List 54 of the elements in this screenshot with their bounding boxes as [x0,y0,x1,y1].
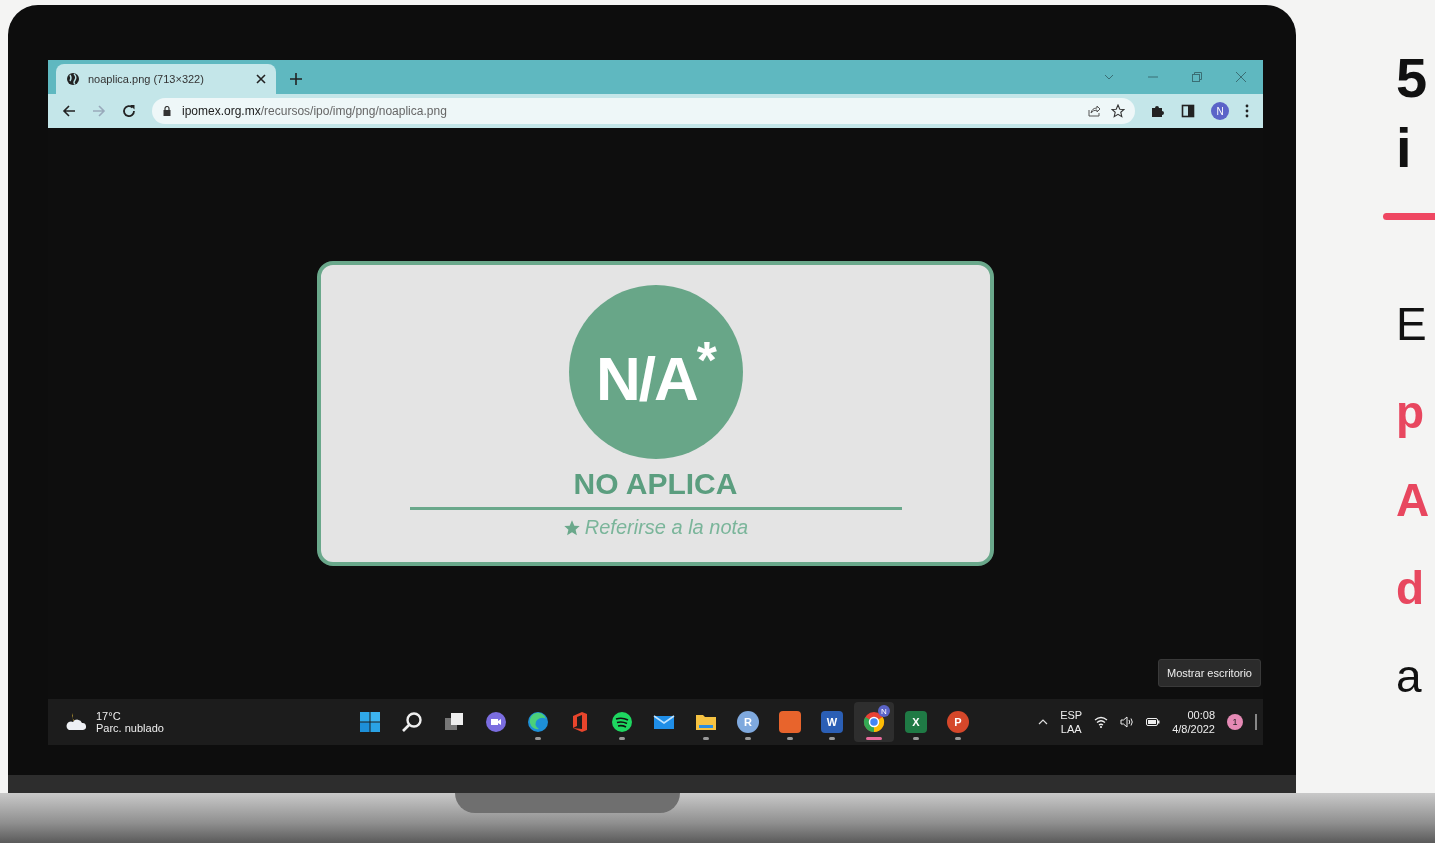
close-icon[interactable] [256,74,266,84]
notification-badge[interactable]: 1 [1227,714,1243,730]
chevron-down-icon[interactable] [1104,72,1114,82]
video-chat-icon [485,711,507,733]
taskbar-app[interactable]: X [896,702,936,742]
temperature-text: 17°C [96,710,122,722]
heading-text: i [1396,115,1413,181]
battery-icon[interactable] [1146,715,1161,729]
restore-icon[interactable] [1192,72,1202,82]
taskbar-app[interactable]: P [938,702,978,742]
profile-badge: N [878,705,890,717]
stacked-windows-icon [443,711,465,733]
puzzle-icon[interactable] [1151,104,1165,118]
wifi-icon[interactable] [1094,715,1109,729]
weather-text: Parc. nublado [96,722,164,734]
swirl-icon [527,711,549,733]
badge-text: N/A$^{*}$ [596,330,715,414]
body-text: A [1396,473,1431,528]
body-text: d [1396,561,1426,616]
menu-icon[interactable] [1245,104,1249,118]
search-icon [401,711,423,733]
side-panel-icon[interactable] [1181,104,1195,118]
globe-icon [66,72,80,86]
back-arrow-icon[interactable] [62,104,76,118]
app-icon: X [905,711,927,733]
taskbar-app[interactable]: N [854,702,894,742]
clock[interactable]: 00:08 4/8/2022 [1172,708,1215,736]
grid-icon [359,711,381,733]
asterisk-star-icon [562,518,581,537]
accent-bar [1383,213,1435,220]
star-icon[interactable] [1111,104,1125,118]
address-bar[interactable]: ipomex.org.mx/recursos/ipo/img/png/noaplica.png [152,98,1135,124]
body-text: E [1396,297,1428,352]
app-icon [863,711,885,733]
body-text: p [1396,385,1426,440]
sound-waves-icon [611,711,633,733]
image-label: NO APLICA [573,467,738,501]
body-text: a [1396,649,1423,704]
app-icon: W [821,711,843,733]
plus-icon[interactable] [290,73,302,85]
app-icon: P [947,711,969,733]
language-indicator[interactable]: ESP LAA [1060,708,1083,736]
lock-icon [162,106,172,116]
taskbar-app[interactable]: W [812,702,852,742]
browser-tab[interactable]: noaplica.png (713×322) [56,64,276,94]
app-icon: R [737,711,759,733]
note-text: Referirse a la nota [584,516,749,539]
chevron-up-icon[interactable] [1038,717,1049,727]
heading-text: 5 [1396,45,1429,111]
tooltip: Mostrar escritorio [1158,659,1261,687]
share-icon[interactable] [1087,104,1101,118]
profile-avatar[interactable]: N [1211,102,1229,120]
reload-icon[interactable] [122,104,136,118]
speaker-icon[interactable] [1120,715,1135,729]
